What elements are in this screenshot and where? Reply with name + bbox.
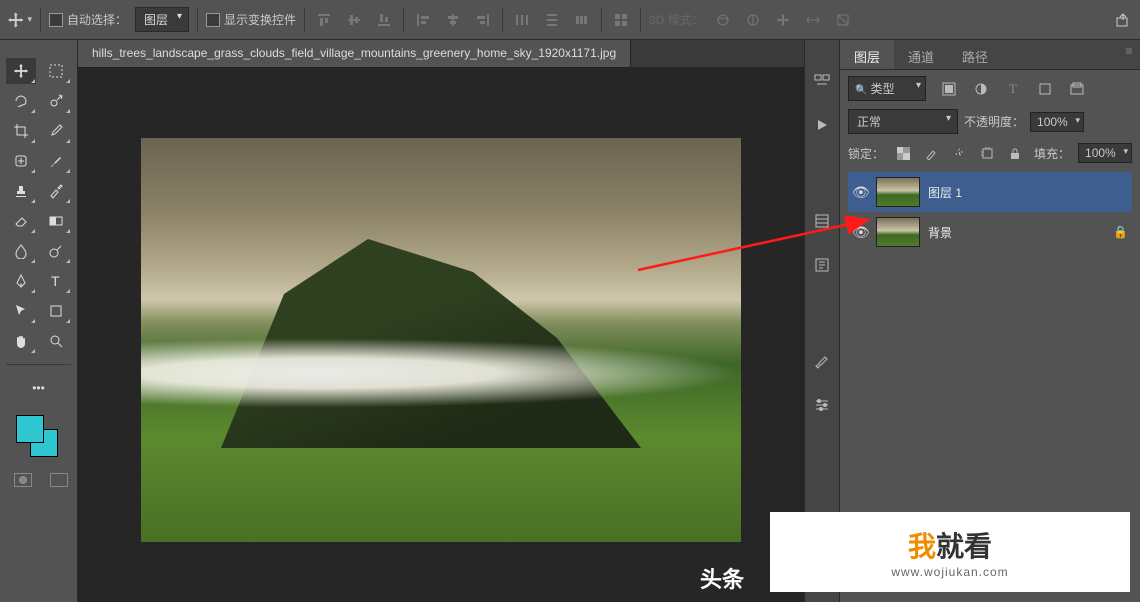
filter-type-icon[interactable]: T [1002,78,1024,100]
lock-pixels-icon[interactable] [920,142,942,164]
filter-adjustment-icon[interactable] [970,78,992,100]
align-hcenter-icon[interactable] [442,9,464,31]
share-icon[interactable] [1112,9,1134,31]
auto-align-icon[interactable] [610,9,632,31]
brush-tool[interactable] [41,148,71,174]
color-swatches[interactable] [6,415,71,461]
mode3d-scale-icon[interactable] [832,9,854,31]
foreground-color-swatch[interactable] [16,415,44,443]
lock-icon: 🔒 [1113,225,1128,239]
marquee-tool[interactable] [41,58,71,84]
adjustments-panel-icon[interactable] [811,394,833,416]
brush-panel-icon[interactable] [811,350,833,372]
move-tool[interactable] [6,58,36,84]
tab-channels[interactable]: 通道 [894,40,948,69]
character-panel-icon[interactable] [811,254,833,276]
lasso-tool[interactable] [6,88,36,114]
panel-menu-icon[interactable]: ≡ [1118,40,1140,62]
canvas-stage[interactable]: 头条 [78,68,804,602]
options-bar: ▾ 自动选择： 图层 显示变换控件 3D 模式： [0,0,1140,40]
overlay-text: 头条 [700,562,744,594]
zoom-tool[interactable] [41,328,71,354]
shape-tool[interactable] [41,298,71,324]
filter-pixel-icon[interactable] [938,78,960,100]
show-transform-label: 显示变换控件 [224,11,296,28]
hand-tool[interactable] [6,328,36,354]
lock-artboard-icon[interactable] [976,142,998,164]
opacity-input[interactable]: 100% [1030,112,1084,132]
type-tool[interactable]: T [41,268,71,294]
mode3d-pan-icon[interactable] [772,9,794,31]
gradient-tool[interactable] [41,208,71,234]
blend-mode-select[interactable]: 正常 [848,109,958,134]
watermark: 我就看 www.wojiukan.com [770,512,1130,592]
align-top-icon[interactable] [313,9,335,31]
properties-panel-icon[interactable] [811,210,833,232]
crop-tool[interactable] [6,118,36,144]
actions-panel-icon[interactable] [811,114,833,136]
watermark-url: www.wojiukan.com [891,565,1008,579]
align-vcenter-icon[interactable] [343,9,365,31]
tab-paths[interactable]: 路径 [948,40,1002,69]
filter-shape-icon[interactable] [1034,78,1056,100]
fill-label: 填充： [1034,145,1070,162]
auto-select-label: 自动选择： [67,11,127,28]
watermark-brand: 我就看 [908,525,992,565]
path-select-tool[interactable] [6,298,36,324]
quick-select-tool[interactable] [41,88,71,114]
edit-toolbar-icon[interactable]: ••• [24,375,54,401]
align-bottom-icon[interactable] [373,9,395,31]
document-image [141,138,741,542]
lock-all-icon[interactable] [1004,142,1026,164]
pen-tool[interactable] [6,268,36,294]
stamp-tool[interactable] [6,178,36,204]
opacity-label: 不透明度： [964,113,1024,130]
svg-text:T: T [51,273,60,289]
layer-name[interactable]: 背景 [928,224,1105,241]
eyedropper-tool[interactable] [41,118,71,144]
fill-input[interactable]: 100% [1078,143,1132,163]
tools-panel: T ••• [0,40,78,602]
screenmode-toggle[interactable] [50,473,68,487]
panel-tab-bar: 图层 通道 路径 ≡ [840,40,1140,70]
lock-transparent-icon[interactable] [892,142,914,164]
auto-select-target-select[interactable]: 图层 [135,7,189,32]
eraser-tool[interactable] [6,208,36,234]
distribute-h-icon[interactable] [511,9,533,31]
document-tab[interactable]: hills_trees_landscape_grass_clouds_field… [78,40,631,67]
tab-layers[interactable]: 图层 [840,40,894,69]
layer-list: 👁 图层 1 👁 背景 🔒 [848,172,1132,252]
heal-tool[interactable] [6,148,36,174]
visibility-toggle[interactable]: 👁 [852,184,868,201]
visibility-toggle[interactable]: 👁 [852,224,868,241]
align-left-icon[interactable] [412,9,434,31]
document-tab-bar: hills_trees_landscape_grass_clouds_field… [78,40,804,68]
quickmask-toggle[interactable] [14,473,32,487]
layer-item[interactable]: 👁 图层 1 [848,172,1132,212]
distribute-v-icon[interactable] [541,9,563,31]
history-panel-icon[interactable] [811,70,833,92]
layer-name[interactable]: 图层 1 [928,184,1128,201]
align-right-icon[interactable] [472,9,494,31]
lock-position-icon[interactable] [948,142,970,164]
layer-item[interactable]: 👁 背景 🔒 [848,212,1132,252]
history-brush-tool[interactable] [41,178,71,204]
auto-select-checkbox[interactable]: 自动选择： [49,11,127,28]
mode3d-orbit-icon[interactable] [712,9,734,31]
mode3d-slide-icon[interactable] [802,9,824,31]
mode-3d-label: 3D 模式： [649,11,704,28]
filter-smartobj-icon[interactable] [1066,78,1088,100]
blur-tool[interactable] [6,238,36,264]
canvas-area: hills_trees_landscape_grass_clouds_field… [78,40,804,602]
mode3d-roll-icon[interactable] [742,9,764,31]
layer-filter-select[interactable]: 类型 [848,76,926,101]
move-tool-icon[interactable]: ▾ [6,7,32,33]
dodge-tool[interactable] [41,238,71,264]
show-transform-checkbox[interactable]: 显示变换控件 [206,11,296,28]
lock-label: 锁定： [848,145,884,162]
distribute-spacing-h-icon[interactable] [571,9,593,31]
layer-thumbnail[interactable] [876,177,920,207]
layer-thumbnail[interactable] [876,217,920,247]
